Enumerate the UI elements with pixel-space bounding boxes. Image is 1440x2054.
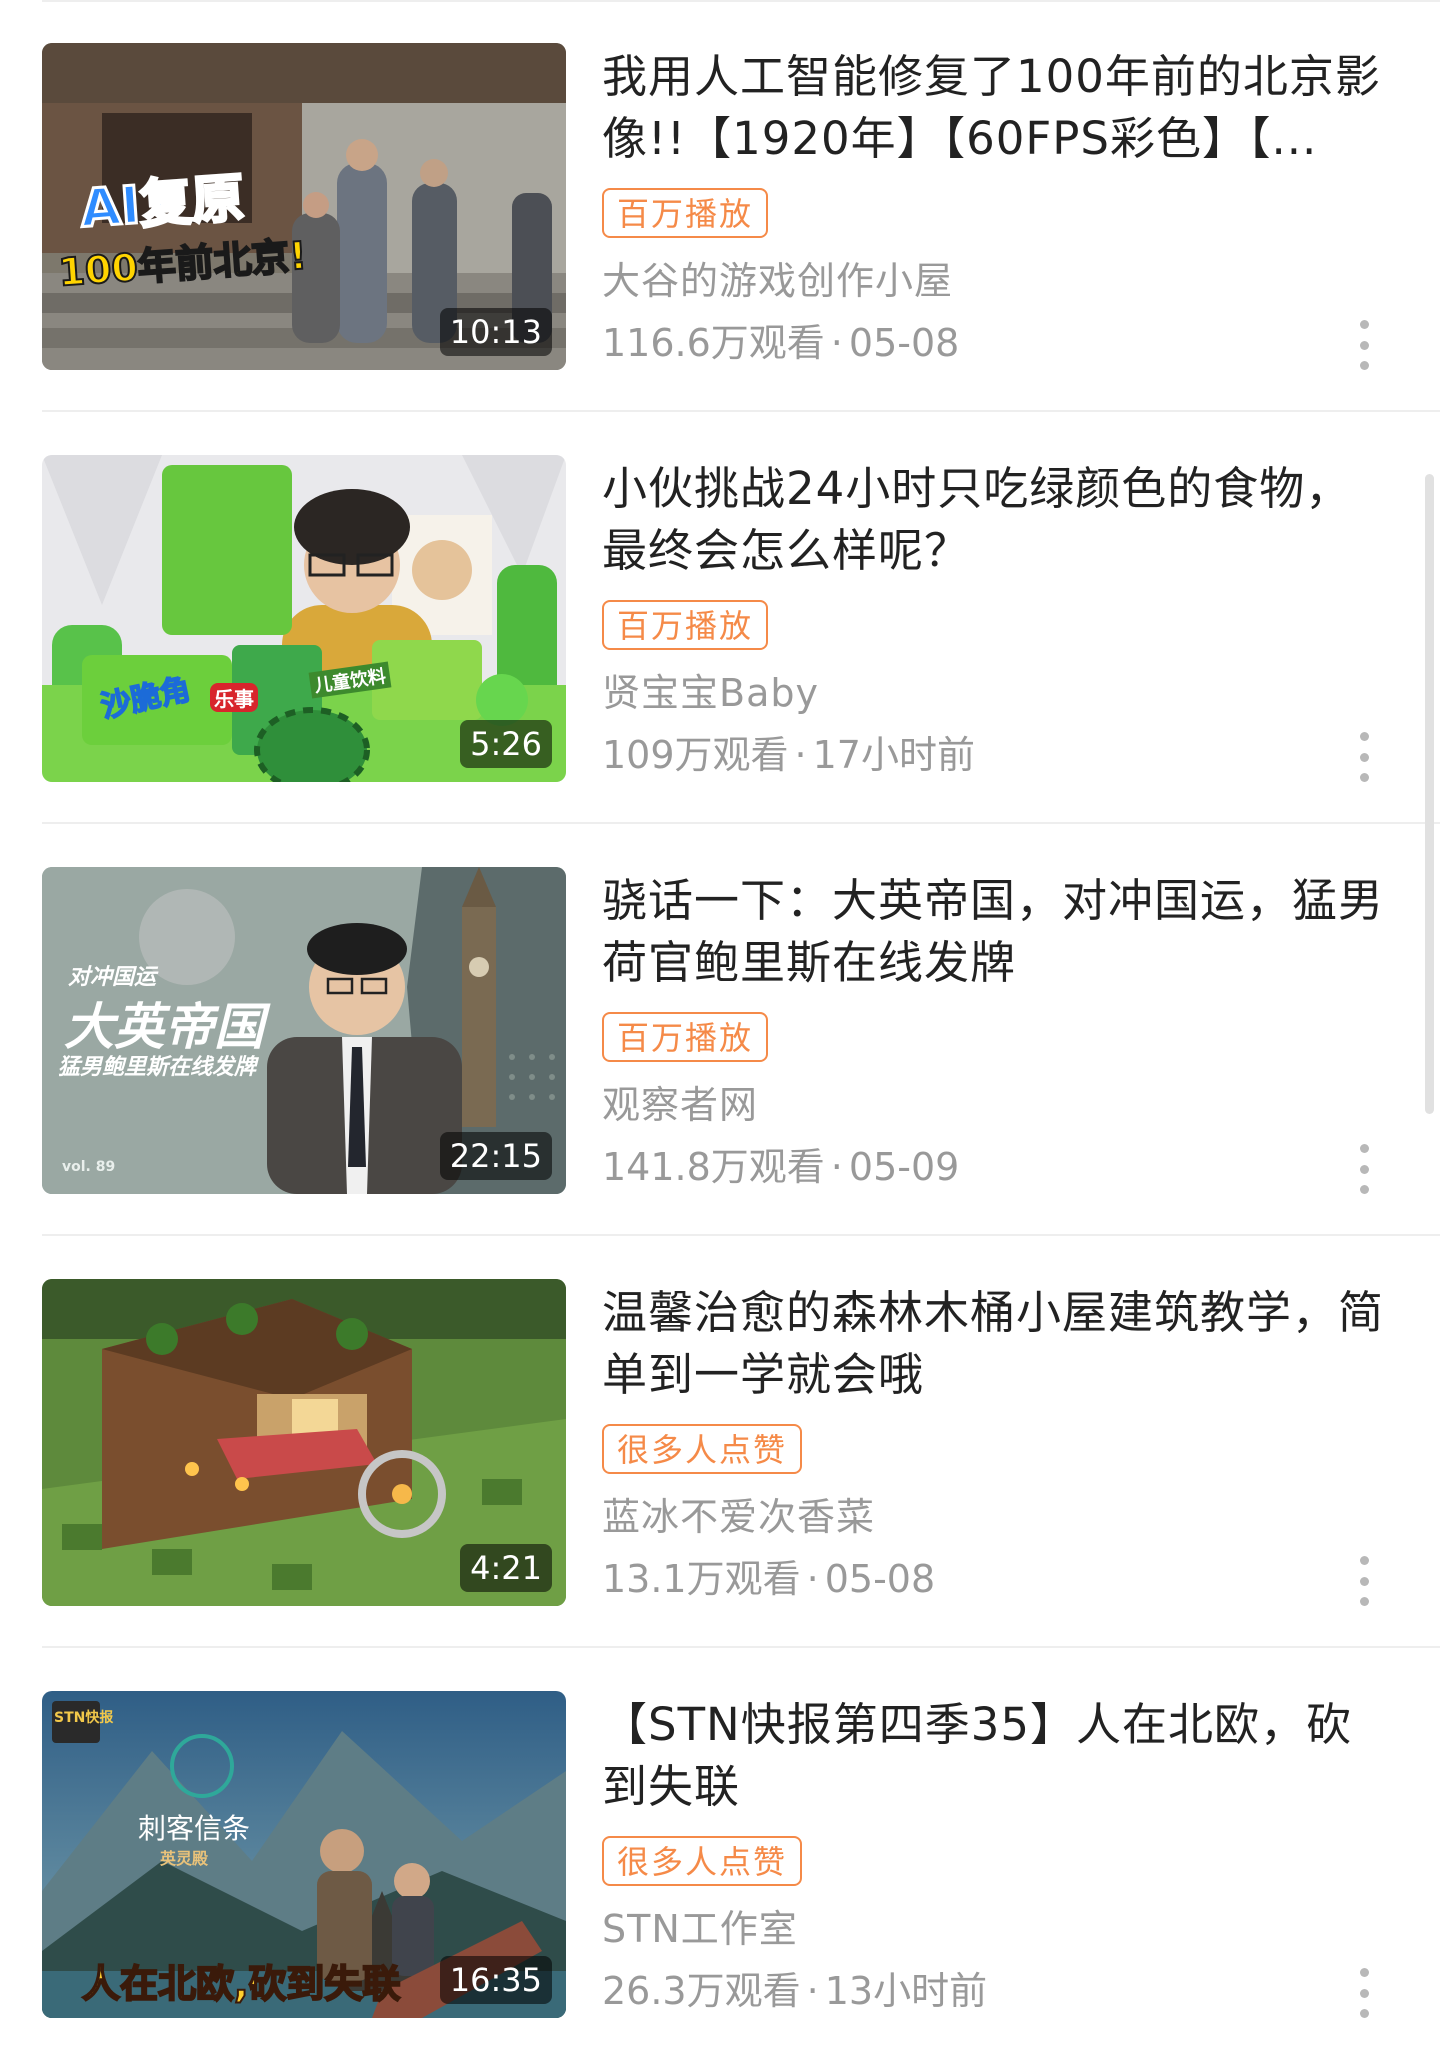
video-title[interactable]: 温馨治愈的森林木桶小屋建筑教学，简单到一学就会哦 xyxy=(602,1282,1392,1406)
view-count: 26.3万观看 xyxy=(602,1969,801,2013)
channel-name[interactable]: 大谷的游戏创作小屋 xyxy=(602,255,953,307)
more-options-icon[interactable] xyxy=(1352,1556,1376,1606)
thumbnail-caption-4: vol. 89 xyxy=(62,1159,116,1175)
channel-name[interactable]: 观察者网 xyxy=(602,1079,758,1131)
video-thumbnail[interactable]: 沙脆角 乐事 儿童饮料 5:26 xyxy=(42,455,566,782)
scrollbar[interactable] xyxy=(1425,474,1434,1114)
more-options-icon[interactable] xyxy=(1352,320,1376,370)
video-stats: 109万观看 · 17小时前 xyxy=(602,729,975,781)
meta-separator: · xyxy=(830,321,843,365)
video-card[interactable]: 对冲国运 大英帝国 猛男鲍里斯在线发牌 vol. 89 22:15 骁话一下：大… xyxy=(0,824,1440,1236)
view-count: 109万观看 xyxy=(602,733,789,777)
more-options-icon[interactable] xyxy=(1352,1968,1376,2018)
publish-date: 17小时前 xyxy=(812,733,975,777)
publish-date: 05-09 xyxy=(848,1145,960,1189)
video-card[interactable]: STN快报 刺客信条 英灵殿 人在北欧,砍到失联 16:35 【STN快报第四季… xyxy=(0,1648,1440,2054)
thumbnail-caption-1: AI复原 xyxy=(77,167,247,241)
more-options-icon[interactable] xyxy=(1352,732,1376,782)
video-stats: 116.6万观看 · 05-08 xyxy=(602,317,959,369)
meta-separator: · xyxy=(830,1145,843,1189)
view-count: 141.8万观看 xyxy=(602,1145,825,1189)
thumbnail-caption-3: 英灵殿 xyxy=(160,1849,209,1868)
video-stats: 141.8万观看 · 05-09 xyxy=(602,1141,959,1193)
view-count: 116.6万观看 xyxy=(602,321,825,365)
video-title[interactable]: 小伙挑战24小时只吃绿颜色的食物，最终会怎么样呢？ xyxy=(602,458,1392,582)
view-count: 13.1万观看 xyxy=(602,1557,801,1601)
channel-name[interactable]: 蓝冰不爱次香菜 xyxy=(602,1491,875,1543)
video-thumbnail[interactable]: 对冲国运 大英帝国 猛男鲍里斯在线发牌 vol. 89 22:15 xyxy=(42,867,566,1194)
video-duration: 4:21 xyxy=(460,1544,552,1592)
video-feed: AI复原 100年前北京! 10:13 我用人工智能修复了100年前的北京影像!… xyxy=(0,0,1440,2054)
thumbnail-caption-3: 猛男鲍里斯在线发牌 xyxy=(58,1055,257,1080)
meta-separator: · xyxy=(806,1557,819,1601)
video-card[interactable]: 沙脆角 乐事 儿童饮料 5:26 小伙挑战24小时只吃绿颜色的食物，最终会怎么样… xyxy=(0,412,1440,824)
video-card[interactable]: 4:21 温馨治愈的森林木桶小屋建筑教学，简单到一学就会哦 很多人点赞 蓝冰不爱… xyxy=(0,1236,1440,1648)
video-stats: 13.1万观看 · 05-08 xyxy=(602,1553,935,1605)
popularity-badge: 百万播放 xyxy=(602,188,769,238)
video-title[interactable]: 我用人工智能修复了100年前的北京影像!!【1920年】【60FPS彩色】【..… xyxy=(602,46,1392,170)
popularity-badge: 很多人点赞 xyxy=(602,1836,803,1886)
meta-separator: · xyxy=(806,1969,819,2013)
publish-date: 13小时前 xyxy=(824,1969,988,2013)
video-duration: 16:35 xyxy=(439,1956,552,2004)
channel-name[interactable]: STN工作室 xyxy=(602,1903,798,1955)
video-thumbnail[interactable]: 4:21 xyxy=(42,1279,566,1606)
thumbnail-caption-1: STN快报 xyxy=(54,1710,114,1726)
video-title[interactable]: 【STN快报第四季35】人在北欧，砍到失联 xyxy=(602,1694,1392,1818)
meta-separator: · xyxy=(794,733,807,777)
publish-date: 05-08 xyxy=(848,321,960,365)
video-thumbnail[interactable]: AI复原 100年前北京! 10:13 xyxy=(42,43,566,370)
video-title[interactable]: 骁话一下：大英帝国，对冲国运，猛男荷官鲍里斯在线发牌 xyxy=(602,870,1392,994)
video-duration: 10:13 xyxy=(439,308,552,356)
thumbnail-caption-4: 人在北欧,砍到失联 xyxy=(81,1961,401,2007)
thumbnail-caption-2: 刺客信条 xyxy=(138,1812,251,1845)
thumbnail-caption-2: 乐事 xyxy=(210,683,258,712)
video-stats: 26.3万观看 · 13小时前 xyxy=(602,1965,987,2017)
more-options-icon[interactable] xyxy=(1352,1144,1376,1194)
channel-name[interactable]: 贤宝宝Baby xyxy=(602,667,819,719)
video-duration: 22:15 xyxy=(439,1132,552,1180)
popularity-badge: 很多人点赞 xyxy=(602,1424,803,1474)
popularity-badge: 百万播放 xyxy=(602,1012,769,1062)
video-duration: 5:26 xyxy=(460,720,552,768)
video-thumbnail[interactable]: STN快报 刺客信条 英灵殿 人在北欧,砍到失联 16:35 xyxy=(42,1691,566,2018)
publish-date: 05-08 xyxy=(824,1557,936,1601)
popularity-badge: 百万播放 xyxy=(602,600,769,650)
video-card[interactable]: AI复原 100年前北京! 10:13 我用人工智能修复了100年前的北京影像!… xyxy=(0,0,1440,412)
